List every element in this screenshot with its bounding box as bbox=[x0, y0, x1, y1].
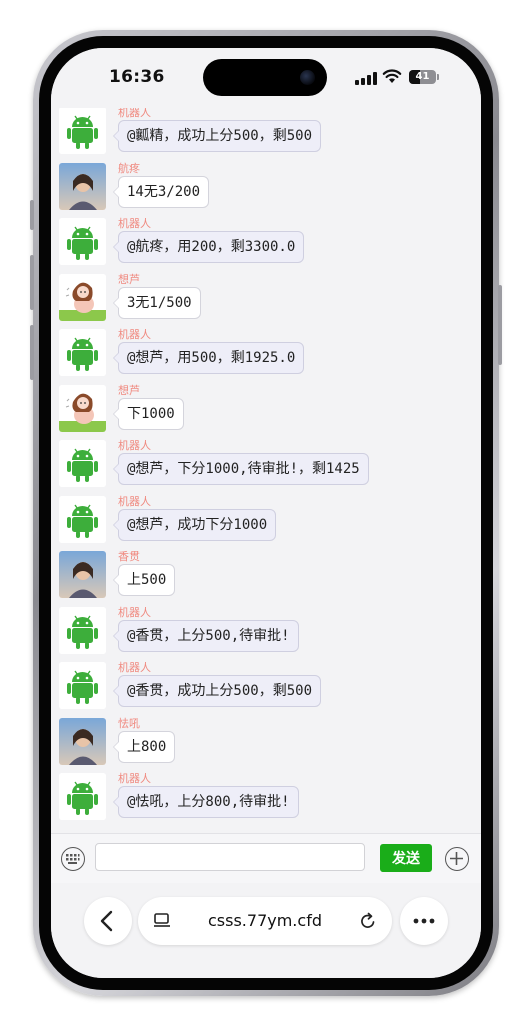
android-avatar-icon[interactable] bbox=[59, 329, 106, 376]
chat-message: 机器人 @香贯，成功上分500，剩500 bbox=[59, 661, 469, 712]
cellular-signal-icon bbox=[355, 72, 377, 85]
sender-name: 机器人 bbox=[118, 217, 151, 230]
sender-name: 怯吼 bbox=[118, 716, 140, 730]
chat-message: 机器人 @想芦，下分1000,待审批!，剩1425 bbox=[59, 439, 469, 490]
status-time: 16:36 bbox=[109, 67, 165, 87]
chat-message: 想芦 下1000 bbox=[59, 383, 469, 435]
url-text: csss.77ym.cfd bbox=[208, 911, 322, 930]
user-avatar[interactable] bbox=[59, 717, 106, 765]
user-avatar[interactable] bbox=[59, 273, 106, 321]
more-dots-icon bbox=[413, 918, 435, 924]
power-button bbox=[498, 285, 502, 365]
chat-message: 航疼 14无3/200 bbox=[59, 161, 469, 213]
message-bubble[interactable]: @香贯，成功上分500，剩500 bbox=[112, 675, 322, 707]
android-avatar-icon[interactable] bbox=[59, 495, 106, 543]
back-button[interactable] bbox=[84, 897, 132, 945]
chat-message-list[interactable]: 机器人 @瓤精，成功上分500，剩500 航疼 14无3/200 机器人 @航疼，用200… bbox=[51, 105, 481, 835]
chevron-left-icon bbox=[100, 910, 113, 932]
message-bubble[interactable]: @想芦，成功下分1000 bbox=[112, 508, 277, 541]
user-avatar[interactable] bbox=[59, 384, 106, 432]
chat-message: 机器人 @想芦，用500，剩1925.0 bbox=[59, 328, 469, 379]
sender-name: 香贯 bbox=[118, 550, 140, 563]
sender-name: 想芦 bbox=[118, 383, 140, 397]
more-button[interactable] bbox=[400, 897, 448, 945]
chat-message: 香贯 上500 bbox=[59, 550, 469, 601]
message-bubble[interactable]: 上500 bbox=[112, 564, 176, 596]
chat-input-bar: 发送 bbox=[51, 833, 481, 884]
battery-icon: 41 bbox=[409, 70, 436, 84]
chat-message: 机器人 @航疼，用200，剩3300.0 bbox=[59, 217, 469, 268]
sender-name: 机器人 bbox=[118, 605, 151, 619]
message-bubble[interactable]: @怯吼，上分800,待审批! bbox=[113, 786, 299, 818]
wifi-icon bbox=[382, 69, 402, 83]
chat-message: 机器人 @怯吼，上分800,待审批! bbox=[59, 772, 469, 823]
android-avatar-icon[interactable] bbox=[59, 440, 106, 487]
plus-glyph bbox=[450, 852, 463, 865]
action-button bbox=[30, 200, 34, 230]
message-bubble[interactable]: @航疼，用200，剩3300.0 bbox=[112, 231, 305, 263]
sender-name: 机器人 bbox=[118, 772, 151, 785]
camera-icon bbox=[300, 70, 315, 85]
message-bubble[interactable]: @想芦，用500，剩1925.0 bbox=[112, 342, 305, 374]
sender-name: 想芦 bbox=[118, 272, 140, 286]
user-avatar[interactable] bbox=[59, 551, 106, 598]
dynamic-island bbox=[203, 59, 327, 96]
android-avatar-icon[interactable] bbox=[59, 107, 106, 154]
sender-name: 机器人 bbox=[118, 494, 151, 508]
message-bubble[interactable]: 3无1/500 bbox=[113, 286, 201, 319]
plus-icon[interactable] bbox=[445, 847, 469, 871]
chat-message: 机器人 @香贯，上分500,待审批! bbox=[59, 605, 469, 657]
chat-message: 机器人 @想芦，成功下分1000 bbox=[59, 494, 469, 546]
sender-name: 航疼 bbox=[118, 161, 140, 175]
message-bubble[interactable]: @瓤精，成功上分500，剩500 bbox=[112, 120, 322, 152]
sender-name: 机器人 bbox=[118, 661, 151, 674]
chat-message: 机器人 @瓤精，成功上分500，剩500 bbox=[59, 106, 469, 157]
android-avatar-icon[interactable] bbox=[59, 218, 106, 265]
android-avatar-icon[interactable] bbox=[59, 606, 106, 654]
reload-icon[interactable] bbox=[358, 911, 378, 931]
battery-percentage: 41 bbox=[415, 71, 430, 82]
message-bubble[interactable]: 14无3/200 bbox=[112, 175, 210, 208]
browser-toolbar: csss.77ym.cfd bbox=[51, 883, 481, 978]
send-button[interactable]: 发送 bbox=[380, 844, 432, 872]
android-avatar-icon[interactable] bbox=[59, 773, 106, 820]
address-bar[interactable]: csss.77ym.cfd bbox=[138, 897, 392, 945]
volume-up-button bbox=[30, 255, 34, 310]
sender-name: 机器人 bbox=[118, 439, 151, 452]
keyboard-icon[interactable] bbox=[61, 847, 85, 871]
sender-name: 机器人 bbox=[118, 328, 151, 341]
message-bubble[interactable]: @想芦，下分1000,待审批!，剩1425 bbox=[113, 453, 369, 485]
message-bubble[interactable]: 上800 bbox=[112, 730, 176, 763]
status-bar: 16:36 41 bbox=[51, 48, 481, 108]
android-avatar-icon[interactable] bbox=[59, 662, 106, 709]
user-avatar[interactable] bbox=[59, 162, 106, 210]
battery-tip bbox=[437, 74, 439, 80]
chat-message: 想芦 3无1/500 bbox=[59, 272, 469, 324]
phone-screen: 16:36 41 机器人 @瓤精，成功上分500，剩500 航疼 14无3/200 机器… bbox=[51, 48, 481, 978]
message-bubble[interactable]: @香贯，上分500,待审批! bbox=[113, 619, 299, 652]
keyboard-glyph bbox=[66, 854, 80, 864]
chat-message: 怯吼 上800 bbox=[59, 716, 469, 768]
volume-down-button bbox=[30, 325, 34, 380]
message-input[interactable] bbox=[95, 843, 365, 871]
message-bubble[interactable]: 下1000 bbox=[113, 397, 184, 430]
